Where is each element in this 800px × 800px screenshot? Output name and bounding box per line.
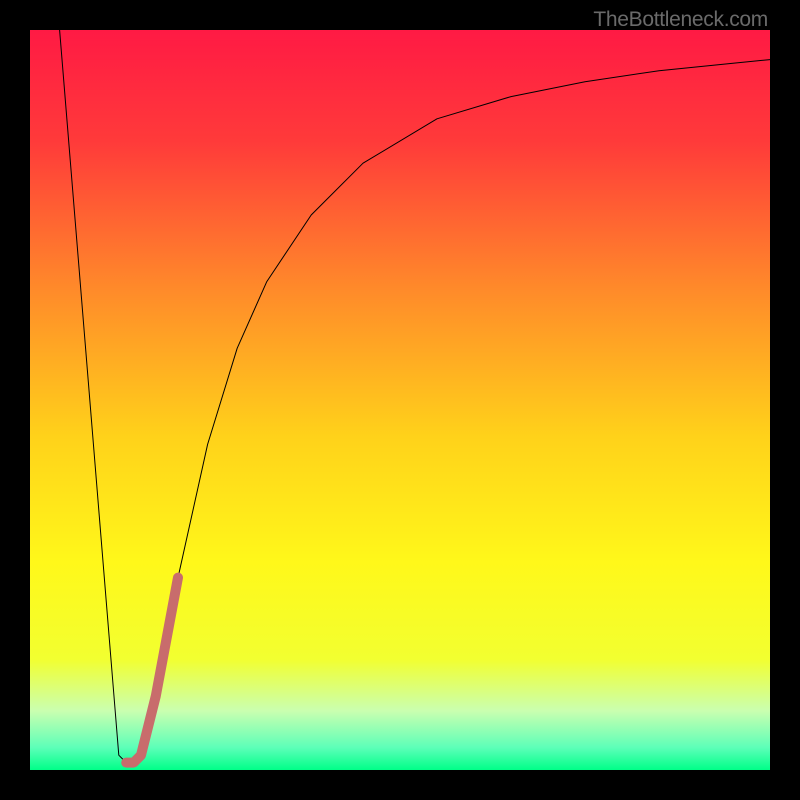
- chart-container: TheBottleneck.com: [0, 0, 800, 800]
- chart-svg: [30, 30, 770, 770]
- plot-area: [30, 30, 770, 770]
- watermark-label: TheBottleneck.com: [593, 8, 768, 32]
